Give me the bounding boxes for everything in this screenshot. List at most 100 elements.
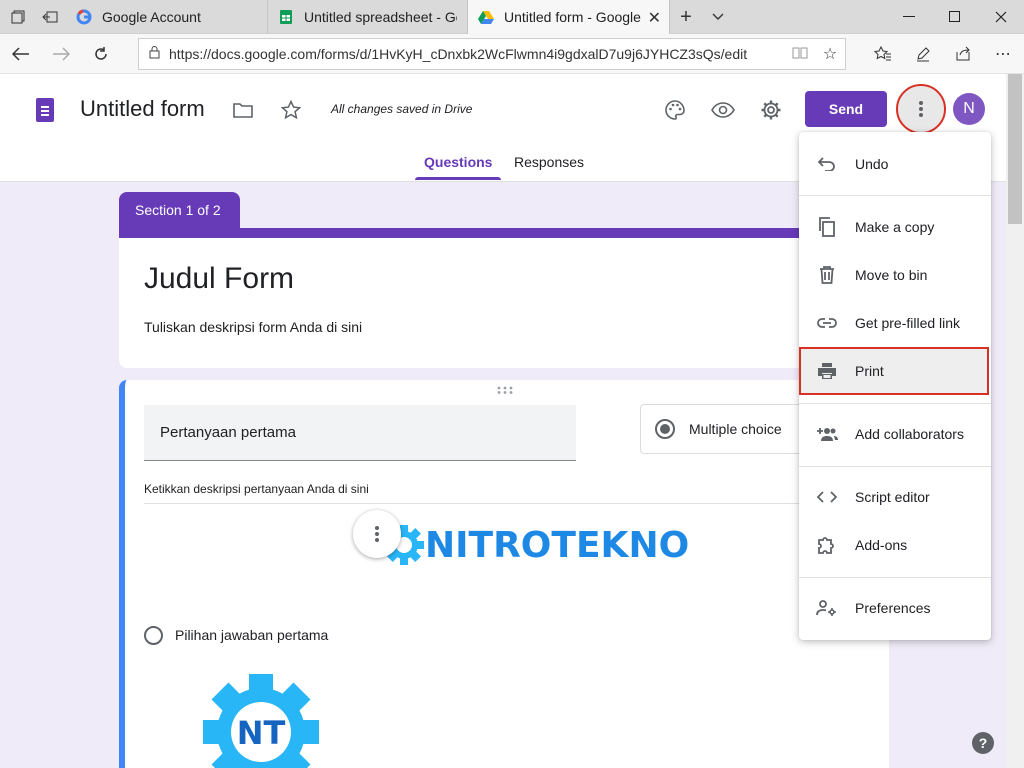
drag-handle-icon[interactable]	[497, 386, 513, 397]
send-button[interactable]: Send	[805, 91, 887, 127]
answer-option[interactable]: Pilihan jawaban pertama	[144, 624, 328, 646]
menu-divider	[799, 466, 991, 467]
menu-item-label: Script editor	[855, 489, 930, 505]
option-image[interactable]: NT	[200, 670, 322, 768]
question-title[interactable]: Pertanyaan pertama	[160, 424, 296, 441]
print-icon	[799, 362, 855, 380]
close-window-icon[interactable]	[978, 0, 1024, 34]
menu-item-get-pre-filled-link[interactable]: Get pre-filled link	[799, 299, 991, 347]
save-status: All changes saved in Drive	[331, 102, 473, 116]
menu-item-label: Add-ons	[855, 537, 908, 553]
settings-gear-icon[interactable]	[755, 94, 787, 126]
back-icon[interactable]	[4, 38, 38, 70]
drive-icon	[478, 11, 494, 24]
favorite-star-icon[interactable]: ☆	[815, 44, 845, 64]
folder-icon[interactable]	[227, 94, 259, 126]
share-icon[interactable]	[946, 38, 980, 70]
tab-questions[interactable]: Questions	[424, 154, 492, 170]
help-icon[interactable]: ?	[972, 732, 994, 754]
scrollbar-thumb[interactable]	[1008, 74, 1022, 224]
menu-item-label: Undo	[855, 156, 889, 172]
copy-icon	[799, 217, 855, 237]
page-scrollbar[interactable]	[1006, 74, 1024, 768]
active-tab-indicator	[415, 177, 501, 180]
undo-icon	[799, 157, 855, 171]
url-text[interactable]: https://docs.google.com/forms/d/1HvKyH_c…	[169, 46, 785, 62]
tab-untitled-spreadsheet[interactable]: Untitled spreadsheet - Goog	[268, 0, 468, 34]
avatar[interactable]: N	[953, 93, 985, 125]
browser-tab-strip: Google Account Untitled spreadsheet - Go…	[0, 0, 1024, 34]
more-options-button[interactable]	[896, 84, 946, 134]
menu-item-script-editor[interactable]: Script editor	[799, 473, 991, 521]
google-icon	[76, 9, 92, 25]
pen-icon[interactable]	[906, 38, 940, 70]
menu-divider	[799, 195, 991, 196]
form-heading[interactable]: Judul Form	[144, 262, 294, 296]
menu-item-add-ons[interactable]: Add-ons	[799, 521, 991, 569]
question-title-field[interactable]: Pertanyaan pertama	[144, 405, 576, 461]
person-settings-icon	[799, 600, 855, 616]
vertical-dots-icon	[375, 526, 379, 542]
option-label[interactable]: Pilihan jawaban pertama	[175, 627, 328, 643]
tab-label: Untitled form - Google	[504, 9, 641, 25]
menu-item-make-a-copy[interactable]: Make a copy	[799, 203, 991, 251]
tab-google-account[interactable]: Google Account	[66, 0, 268, 34]
menu-divider	[799, 577, 991, 578]
minimize-icon[interactable]	[886, 0, 932, 34]
menu-item-label: Add collaborators	[855, 426, 964, 442]
maximize-icon[interactable]	[932, 0, 978, 34]
lock-icon[interactable]	[139, 46, 169, 62]
new-tab-button[interactable]: +	[670, 0, 702, 34]
question-image[interactable]: NITROTEKNO	[383, 520, 689, 570]
option-radio-icon	[144, 625, 163, 645]
option-image-text: NT	[237, 714, 286, 752]
form-title-card[interactable]: Judul Form Tuliskan deskripsi form Anda …	[119, 228, 889, 368]
palette-icon[interactable]	[659, 94, 691, 126]
menu-item-label: Get pre-filled link	[855, 315, 961, 331]
question-card[interactable]: Pertanyaan pertama Multiple choice Ketik…	[119, 380, 900, 768]
menu-item-label: Print	[855, 363, 884, 379]
question-description[interactable]: Ketikkan deskripsi pertanyaan Anda di si…	[144, 482, 369, 496]
form-description[interactable]: Tuliskan deskripsi form Anda di sini	[144, 319, 362, 335]
menu-item-undo[interactable]: Undo	[799, 140, 991, 188]
tab-responses[interactable]: Responses	[514, 154, 584, 170]
tab-label: Untitled spreadsheet - Goog	[304, 9, 457, 25]
vertical-dots-icon	[919, 101, 923, 117]
forward-icon[interactable]	[44, 38, 78, 70]
star-icon[interactable]	[275, 94, 307, 126]
menu-item-preferences[interactable]: Preferences	[799, 584, 991, 632]
close-tab-icon[interactable]: ✕	[648, 8, 661, 28]
menu-item-print[interactable]: Print	[799, 347, 989, 395]
preview-eye-icon[interactable]	[707, 94, 739, 126]
trash-icon	[799, 266, 855, 284]
image-options-button[interactable]	[353, 510, 401, 558]
tab-manager-icon[interactable]	[2, 0, 34, 34]
menu-divider	[799, 403, 991, 404]
code-icon	[799, 491, 855, 503]
tab-untitled-form[interactable]: Untitled form - Google ✕	[468, 0, 670, 34]
form-title[interactable]: Untitled form	[80, 96, 205, 122]
browser-toolbar: https://docs.google.com/forms/d/1HvKyH_c…	[0, 34, 1024, 74]
refresh-icon[interactable]	[84, 38, 118, 70]
menu-item-add-collaborators[interactable]: Add collaborators	[799, 410, 991, 458]
menu-item-label: Preferences	[855, 600, 931, 616]
puzzle-icon	[799, 535, 855, 555]
menu-item-label: Make a copy	[855, 219, 935, 235]
reading-view-icon[interactable]	[785, 46, 815, 63]
favorites-list-icon[interactable]	[866, 38, 900, 70]
question-type-label: Multiple choice	[689, 421, 782, 437]
address-bar[interactable]: https://docs.google.com/forms/d/1HvKyH_c…	[138, 38, 846, 70]
add-people-icon	[799, 427, 855, 441]
description-underline	[144, 503, 824, 504]
set-tabs-aside-icon[interactable]	[34, 0, 66, 34]
tab-label: Google Account	[102, 9, 201, 25]
more-browser-icon[interactable]: ⋯	[986, 38, 1020, 70]
link-icon	[799, 317, 855, 329]
image-logo-text: NITROTEKNO	[425, 524, 690, 566]
menu-item-move-to-bin[interactable]: Move to bin	[799, 251, 991, 299]
tab-list-chevron-icon[interactable]	[702, 0, 734, 34]
menu-item-label: Move to bin	[855, 267, 928, 283]
radio-button-icon	[655, 419, 675, 439]
forms-logo-icon[interactable]	[36, 98, 54, 122]
more-options-menu: Undo Make a copy Move to bin Get pre-fil…	[799, 132, 991, 640]
